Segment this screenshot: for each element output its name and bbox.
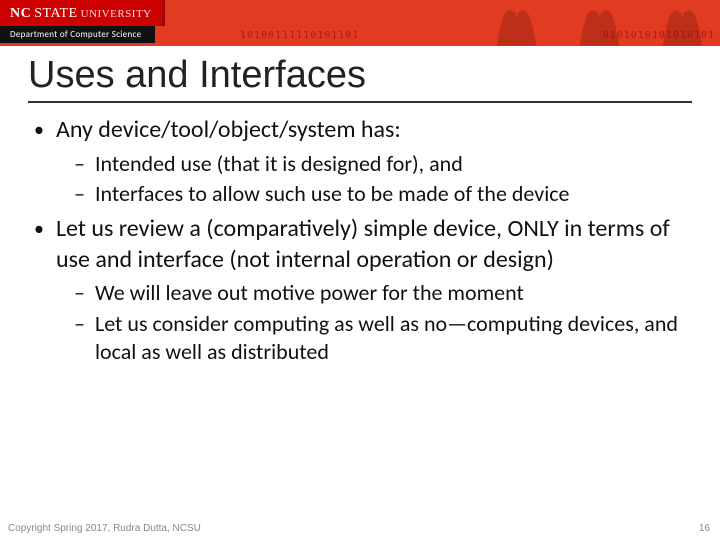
slide-title: Uses and Interfaces (28, 54, 692, 97)
bullet-item: Any device/tool/object/system has: (34, 115, 686, 146)
title-underline (28, 101, 692, 103)
brand-univ: UNIVERSITY (81, 8, 152, 20)
wolf-icon (655, 6, 710, 46)
sub-bullet-text: Let us consider computing as well as no—… (95, 310, 686, 366)
bullet-item: Let us review a (comparatively) simple d… (34, 214, 686, 275)
sub-bullet-text: Interfaces to allow such use to be made … (95, 180, 570, 208)
sub-bullet-item: We will leave out motive power for the m… (74, 279, 686, 307)
copyright-text: Copyright Spring 2017, Rudra Dutta, NCSU (8, 523, 201, 534)
brand-state: STATE (34, 6, 77, 22)
slide-content: Any device/tool/object/system has: Inten… (0, 105, 720, 366)
department-label: Department of Computer Science (0, 26, 155, 43)
sub-bullet-item: Let us consider computing as well as no—… (74, 310, 686, 366)
sub-bullet-text: We will leave out motive power for the m… (95, 279, 524, 307)
title-area: Uses and Interfaces (0, 46, 720, 105)
bullet-text: Any device/tool/object/system has: (56, 115, 401, 146)
brand-nc: NC (10, 6, 31, 22)
wolf-icon (572, 6, 627, 46)
sub-bullet-item: Intended use (that it is designed for), … (74, 150, 686, 178)
sub-bullet-text: Intended use (that it is designed for), … (95, 150, 463, 178)
page-number: 16 (699, 523, 710, 534)
university-logo: NC STATE UNIVERSITY (0, 0, 165, 26)
wolf-icon (489, 6, 544, 46)
header-bar: NC STATE UNIVERSITY Department of Comput… (0, 0, 720, 46)
footer: Copyright Spring 2017, Rudra Dutta, NCSU… (8, 523, 710, 534)
binary-decor-1: 10100111110101101 (240, 30, 359, 41)
sub-bullet-item: Interfaces to allow such use to be made … (74, 180, 686, 208)
wolf-icons (489, 0, 710, 46)
bullet-text: Let us review a (comparatively) simple d… (56, 214, 686, 275)
